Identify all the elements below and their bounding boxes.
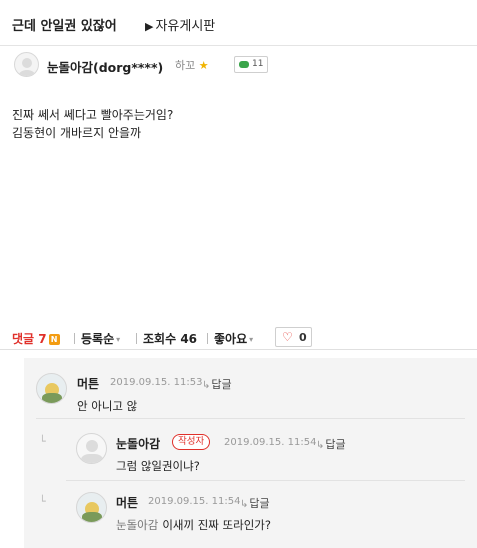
comment-item: 눈돌아감 작성자 2019.09.15. 11:54 ↳답글 그럼 않일권이냐? (76, 433, 466, 483)
comment-divider (36, 418, 465, 419)
commenter-avatar[interactable] (36, 373, 67, 404)
thread-line-icon: └ (39, 495, 46, 508)
reply-button[interactable]: ↳답글 (202, 376, 232, 392)
post-toolbar: 댓글 7N 등록순 ▾ 조회수 46 좋아요 ▾ ♡ 0 (0, 326, 477, 350)
post-body: 진짜 쎄서 쎄다고 빨아주는거임? 김동현이 개바르지 안을까 (12, 106, 173, 142)
commenter-avatar[interactable] (76, 492, 107, 523)
thread-line-icon: └ (39, 435, 46, 448)
reply-label: 답글 (211, 378, 232, 391)
comment-time: 2019.09.15. 11:54 (224, 437, 317, 448)
comment-text: 눈돌아감 이새끼 진짜 또라인가? (116, 517, 271, 533)
reply-label: 답글 (325, 438, 346, 451)
like-count: 0 (299, 331, 307, 344)
views-value: 46 (180, 332, 198, 346)
mention-tag[interactable]: 눈돌아감 (116, 518, 158, 532)
author-badge: 작성자 (172, 434, 211, 450)
board-name: 자유게시판 (155, 19, 216, 34)
commenter-name[interactable]: 머튼 (116, 494, 138, 511)
comment-text: 안 아니고 않 (77, 399, 138, 413)
comment-time: 2019.09.15. 11:53 (110, 377, 203, 388)
like-label: 좋아요 (214, 332, 248, 346)
comment-text-body: 이새끼 진짜 또라인가? (162, 518, 271, 532)
author-avatar[interactable] (14, 52, 39, 77)
divider (136, 333, 137, 344)
avatar-body (82, 512, 102, 522)
comment-count-toggle[interactable]: 댓글 7N (12, 330, 60, 347)
view-count: 조회수 46 (143, 330, 197, 347)
chat-button[interactable]: 11 (234, 56, 268, 73)
avatar-body (42, 393, 62, 403)
author-name[interactable]: 눈돌아감(dorg****) (47, 57, 163, 76)
divider (207, 333, 208, 344)
new-badge: N (48, 334, 60, 345)
caret-down-icon: ▾ (249, 335, 254, 344)
comment-item: 머튼 2019.09.15. 11:54 ↳답글 눈돌아감 이새끼 진짜 또라인가… (76, 492, 466, 542)
commenter-name[interactable]: 머튼 (77, 375, 99, 392)
post-body-line: 김동현이 개바르지 안을까 (12, 126, 142, 140)
caret-down-icon: ▾ (116, 335, 121, 344)
reply-button[interactable]: ↳답글 (240, 495, 270, 511)
sort-label: 등록순 (81, 332, 115, 346)
comment-time: 2019.09.15. 11:54 (148, 496, 241, 507)
avatar-body (81, 454, 103, 463)
chat-bubble-icon (239, 61, 249, 68)
comment-text: 그럼 않일권이냐? (116, 459, 200, 473)
reply-arrow-icon: ↳ (316, 440, 325, 451)
author-level: 하꼬 ★ (175, 57, 209, 73)
comment-list: 머튼 2019.09.15. 11:53 ↳답글 안 아니고 않 └ 눈돌아감 … (24, 358, 477, 548)
reply-arrow-icon: ↳ (240, 499, 249, 510)
reply-button[interactable]: ↳답글 (316, 436, 346, 452)
commenter-avatar[interactable] (76, 433, 107, 464)
post-title: 근데 안일권 있잖어 (12, 19, 117, 34)
views-label: 조회수 (143, 332, 177, 346)
divider (74, 333, 75, 344)
comment-divider (66, 480, 465, 481)
reply-arrow-icon: ↳ (202, 380, 211, 391)
like-button[interactable]: ♡ 0 (275, 327, 312, 347)
reply-label: 답글 (249, 497, 270, 510)
author-row: 눈돌아감(dorg****) 하꼬 ★ 11 (14, 52, 474, 78)
comment-item: 머튼 2019.09.15. 11:53 ↳답글 안 아니고 않 (36, 373, 456, 423)
level-label: 하꼬 (175, 59, 196, 72)
comment-label: 댓글 (12, 332, 35, 346)
post-header: 근데 안일권 있잖어 ▶ 자유게시판 (0, 0, 477, 46)
board-arrow-icon: ▶ (145, 20, 154, 33)
comment-count: 7 (38, 332, 47, 346)
like-dropdown[interactable]: 좋아요 ▾ (214, 330, 253, 347)
post-body-line: 진짜 쎄서 쎄다고 빨아주는거임? (12, 108, 174, 122)
chat-count: 11 (252, 59, 264, 69)
board-link[interactable]: ▶ 자유게시판 (145, 15, 215, 34)
avatar-head (86, 440, 98, 452)
star-icon: ★ (198, 59, 209, 72)
sort-dropdown[interactable]: 등록순 ▾ (81, 330, 120, 347)
heart-icon: ♡ (282, 330, 293, 344)
commenter-name[interactable]: 눈돌아감 (116, 435, 160, 452)
